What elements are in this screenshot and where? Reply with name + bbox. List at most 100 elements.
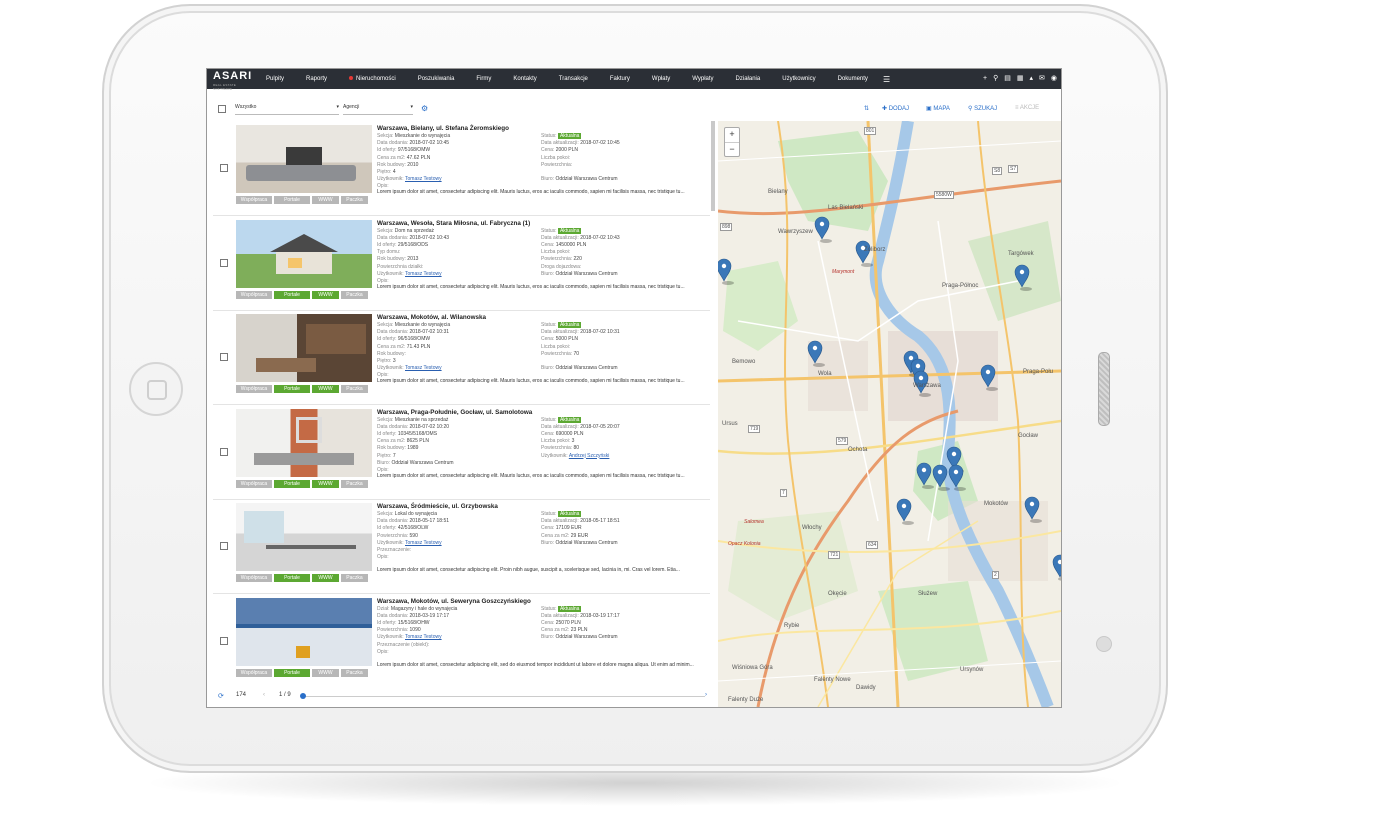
user-link[interactable]: Tomasz Testowy [405, 176, 442, 182]
tag-www[interactable]: WWW [312, 574, 339, 582]
tag-paczka[interactable]: Paczka [341, 668, 368, 677]
list-scrollbar[interactable] [711, 121, 715, 211]
nav-item-raporty[interactable]: Raporty [295, 76, 338, 82]
listing-title[interactable]: Warszawa, Wesoła, Stara Miłosna, ul. Fab… [377, 220, 530, 227]
map-pin-icon[interactable] [896, 498, 914, 525]
calendar-icon[interactable]: ▦ [1017, 74, 1024, 83]
listing-photo[interactable] [236, 314, 372, 382]
listing-card[interactable]: Współpraca Portale WWW Paczka Warszawa, Weso… [213, 216, 710, 311]
filter-select-all[interactable]: Wszystko ▾ [235, 104, 339, 115]
detail-label: Data dodania: [377, 612, 409, 619]
nav-item-transakcje[interactable]: Transakcje [548, 76, 599, 82]
tag-portale[interactable]: Portale [274, 290, 310, 299]
tag-www[interactable]: WWW [312, 668, 339, 677]
tag-wspolpraca[interactable]: Współpraca [236, 479, 272, 488]
listing-photo[interactable] [236, 219, 372, 288]
user-icon[interactable]: ◉ [1051, 74, 1057, 83]
map-panel[interactable]: + − Bielany Żoliborz Targówek Praga-Północ B… [718, 121, 1061, 707]
user-link[interactable]: Tomasz Testowy [405, 365, 442, 371]
nav-item-dokumenty[interactable]: Dokumenty [827, 76, 879, 82]
nav-item-nieruchomosci[interactable]: Nieruchomości [338, 76, 407, 82]
user-link[interactable]: Andrzej Szczyński [569, 453, 610, 459]
user-link[interactable]: Tomasz Testowy [405, 271, 442, 277]
nav-item-firmy[interactable]: Firmy [465, 76, 502, 82]
map-button[interactable]: ▣ MAPA [926, 105, 950, 112]
listing-checkbox[interactable] [220, 447, 228, 456]
listing-title[interactable]: Warszawa, Bielany, ul. Stefana Żeromskie… [377, 125, 509, 132]
nav-item-uzytkownicy[interactable]: Użytkownicy [771, 76, 826, 82]
tag-portale[interactable]: Portale [274, 196, 310, 204]
nav-item-dzialania[interactable]: Działania [725, 76, 772, 82]
tag-portale[interactable]: Portale [274, 479, 310, 488]
tag-www[interactable]: WWW [312, 385, 339, 393]
listing-title[interactable]: Warszawa, Praga-Południe, Gocław, ul. Sa… [377, 409, 532, 416]
tag-paczka[interactable]: Paczka [341, 479, 368, 488]
listing-title[interactable]: Warszawa, Mokotów, al. Wilanowska [377, 314, 486, 321]
user-link[interactable]: Tomasz Testowy [405, 634, 442, 640]
search-button[interactable]: ⚲ SZUKAJ [968, 105, 997, 112]
nav-item-wplaty[interactable]: Wpłaty [641, 76, 681, 82]
tag-portale[interactable]: Portale [274, 385, 310, 393]
next-page-icon[interactable]: › [705, 692, 707, 698]
actions-button[interactable]: ≡ AKCJE [1015, 105, 1039, 111]
hamburger-icon[interactable]: ☰ [879, 75, 894, 84]
tag-paczka[interactable]: Paczka [341, 290, 368, 299]
listing-checkbox[interactable] [220, 164, 228, 172]
select-all-checkbox[interactable] [218, 105, 226, 113]
page-slider-knob[interactable] [300, 693, 306, 699]
cart-icon[interactable]: ▤ [1004, 74, 1011, 83]
page-slider-track[interactable] [303, 696, 705, 697]
tag-paczka[interactable]: Paczka [341, 574, 368, 582]
listing-checkbox[interactable] [220, 258, 228, 267]
tag-www[interactable]: WWW [312, 196, 339, 204]
listing-checkbox[interactable] [220, 542, 228, 550]
nav-item-kontakty[interactable]: Kontakty [502, 76, 547, 82]
tag-portale[interactable]: Portale [274, 574, 310, 582]
map-pin-icon[interactable] [855, 240, 873, 267]
listing-title[interactable]: Warszawa, Śródmieście, ul. Grzybowska [377, 503, 498, 510]
map-pin-icon[interactable] [1052, 554, 1061, 581]
tag-wspolpraca[interactable]: Współpraca [236, 668, 272, 677]
nav-item-poszukiwania[interactable]: Poszukiwania [407, 76, 466, 82]
listing-photo[interactable] [236, 125, 372, 193]
tag-wspolpraca[interactable]: Współpraca [236, 574, 272, 582]
home-button[interactable] [129, 362, 183, 416]
nav-item-pulpity[interactable]: Pulpity [255, 76, 295, 82]
tag-www[interactable]: WWW [312, 479, 339, 488]
tag-wspolpraca[interactable]: Współpraca [236, 290, 272, 299]
zoom-in-button[interactable]: + [725, 128, 739, 142]
listing-card[interactable]: Współpraca Portale WWW Paczka Warszawa, Prag… [213, 405, 710, 500]
filter-select-agency[interactable]: Agencji ▾ [343, 104, 413, 115]
user-link[interactable]: Tomasz Testowy [405, 540, 442, 546]
listing-title[interactable]: Warszawa, Mokotów, ul. Seweryna Goszczyń… [377, 598, 531, 605]
app-logo[interactable]: ASARI REAL ESTATE SOFTWARE [211, 69, 255, 91]
listing-card[interactable]: Współpraca Portale WWW Paczka Warszawa, Moko… [213, 310, 710, 405]
listing-card[interactable]: Współpraca Portale WWW Paczka Warszawa, Biel… [213, 121, 710, 216]
add-button[interactable]: ✚ DODAJ [882, 105, 909, 112]
tag-portale[interactable]: Portale [274, 668, 310, 677]
bell-icon[interactable]: ▴ [1030, 74, 1034, 83]
tag-paczka[interactable]: Paczka [341, 385, 368, 393]
tag-www[interactable]: WWW [312, 290, 339, 299]
listing-checkbox[interactable] [220, 636, 228, 645]
listing-card[interactable]: Współpraca Portale WWW Paczka Warszawa, Moko… [213, 594, 710, 686]
tag-wspolpraca[interactable]: Współpraca [236, 196, 272, 204]
map-canvas[interactable] [718, 121, 1061, 707]
listing-card[interactable]: Współpraca Portale WWW Paczka Warszawa, Śród… [213, 499, 710, 594]
prev-page-icon[interactable]: ‹ [263, 692, 265, 698]
listing-photo[interactable] [236, 408, 372, 477]
plus-icon[interactable]: + [983, 74, 987, 83]
nav-item-wyplaty[interactable]: Wypłaty [681, 76, 724, 82]
tag-paczka[interactable]: Paczka [341, 196, 368, 204]
zoom-out-button[interactable]: − [725, 142, 739, 157]
tag-wspolpraca[interactable]: Współpraca [236, 385, 272, 393]
sort-icon[interactable]: ⇅ [864, 105, 869, 112]
gear-icon[interactable]: ⚙ [421, 104, 428, 113]
nav-item-faktury[interactable]: Faktury [599, 76, 641, 82]
mail-icon[interactable]: ✉ [1039, 74, 1045, 83]
listing-photo[interactable] [236, 597, 372, 666]
refresh-icon[interactable]: ⟳ [218, 692, 224, 700]
listing-checkbox[interactable] [220, 353, 228, 361]
listing-photo[interactable] [236, 503, 372, 571]
search-icon[interactable]: ⚲ [993, 74, 998, 83]
